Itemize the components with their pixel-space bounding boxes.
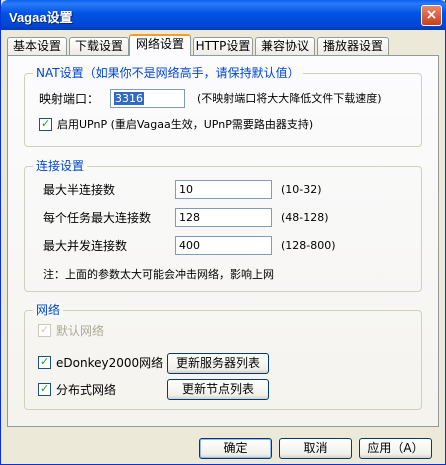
tab-panel: NAT设置（如果你不是网络高手，请保持默认值） 映射端口： 3316 (不映射端… (7, 55, 439, 427)
default-network-label: 默认网络 (56, 324, 105, 338)
max-concurrent-label: 最大并发连接数 (43, 239, 128, 253)
port-input[interactable]: 3316 (110, 89, 185, 108)
max-half-conn-input[interactable]: 10 (175, 180, 272, 199)
port-value: 3316 (114, 92, 144, 105)
distributed-checkbox[interactable] (38, 382, 51, 396)
max-half-conn-label: 最大半连接数 (43, 183, 116, 197)
port-label: 映射端口： (39, 92, 100, 106)
nat-group: NAT设置（如果你不是网络高手，请保持默认值） 映射端口： 3316 (不映射端… (24, 66, 422, 147)
tab-player-settings[interactable]: 播放器设置 (317, 37, 389, 55)
upnp-label: 启用UPnP (重启Vagaa生效，UPnP需要路由器支持) (57, 118, 314, 131)
title-bar[interactable]: Vagaa设置 × (1, 0, 446, 30)
distributed-label: 分布式网络 (56, 383, 117, 397)
upnp-checkbox[interactable] (39, 117, 52, 131)
max-concurrent-input[interactable]: 400 (175, 236, 272, 255)
ok-button[interactable]: 确定 (199, 438, 272, 459)
settings-window: Vagaa设置 × 基本设置 下载设置 网络设置 HTTP设置 兼容协议 播放器… (0, 0, 446, 465)
edonkey-checkbox[interactable] (38, 355, 51, 369)
max-task-conn-range: (48-128) (281, 211, 329, 224)
port-hint: (不映射端口将大大降低文件下载速度) (197, 92, 382, 105)
nat-group-title: NAT设置（如果你不是网络高手，请保持默认值） (33, 66, 303, 80)
connection-group-title: 连接设置 (33, 159, 88, 173)
connection-note: 注：上面的参数太大可能会冲击网络，影响上网 (43, 268, 274, 281)
max-task-conn-label: 每个任务最大连接数 (43, 211, 152, 225)
connection-group: 连接设置 最大半连接数 10 (10-32) 每个任务最大连接数 128 (48… (24, 159, 422, 292)
tab-network-settings[interactable]: 网络设置 (129, 34, 191, 56)
max-half-conn-range: (10-32) (281, 183, 322, 196)
update-servers-button[interactable]: 更新服务器列表 (167, 353, 269, 374)
cancel-button[interactable]: 取消 (279, 438, 352, 459)
tab-download-settings[interactable]: 下载设置 (69, 37, 129, 55)
max-concurrent-range: (128-800) (281, 239, 336, 252)
network-group-title: 网络 (33, 303, 64, 317)
edonkey-label: eDonkey2000网络 (56, 356, 164, 370)
apply-button[interactable]: 应用（A） (359, 438, 432, 459)
max-task-conn-input[interactable]: 128 (175, 208, 272, 227)
tab-compat-protocol[interactable]: 兼容协议 (255, 37, 315, 55)
default-network-checkbox (38, 323, 51, 337)
window-title: Vagaa设置 (9, 10, 73, 25)
update-nodes-button[interactable]: 更新节点列表 (167, 379, 269, 400)
close-button[interactable]: × (421, 5, 442, 26)
tab-http-settings[interactable]: HTTP设置 (193, 37, 253, 55)
network-group: 网络 默认网络 eDonkey2000网络 更新服务器列表 分布式网络 更新节点… (24, 303, 422, 410)
tab-basic-settings[interactable]: 基本设置 (7, 37, 67, 55)
